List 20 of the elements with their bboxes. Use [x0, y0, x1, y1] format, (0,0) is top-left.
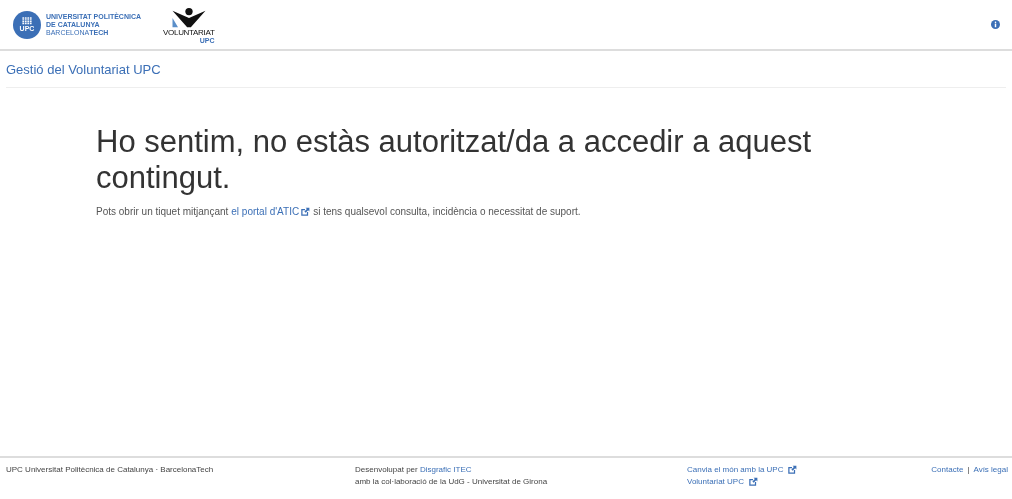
footer-link[interactable]: Avís legal: [973, 464, 1008, 476]
external-link-icon: [787, 465, 798, 475]
info-icon[interactable]: [991, 20, 1000, 29]
grid-icon: [22, 17, 32, 25]
developer-link[interactable]: Disgrafic ITEC: [419, 465, 472, 474]
credit-text: amb la col·laboració de la UdG - Universitat de Girona: [355, 477, 548, 486]
external-link-icon: [747, 477, 758, 487]
separator-text: |: [967, 464, 970, 476]
logo-text: VOLUNTARIAT: [163, 28, 215, 37]
footer-link[interactable]: Contacte: [931, 464, 964, 476]
footer-link[interactable]: Voluntariat UPC: [687, 476, 744, 488]
external-link-icon: [300, 206, 311, 217]
error-heading: Ho sentim, no estàs autoritzat/da a accedir a aquest contingut.: [96, 124, 813, 196]
copyright-text: UPC Universitat Politècnica de Catalunya · BarcelonaTech: [6, 465, 214, 474]
credit-text: Desenvolupat per: [355, 465, 418, 474]
footer-link[interactable]: Canvia el món amb la UPC: [687, 464, 784, 476]
portal-link[interactable]: el portal d'ATIC: [231, 206, 300, 217]
app-title[interactable]: Gestió del Voluntariat UPC: [6, 61, 161, 77]
message-text: Pots obrir un tiquet mitjançant: [96, 206, 229, 217]
message-text: si tens qualsevol consulta, incidència o necessitat de suport.: [313, 206, 581, 217]
